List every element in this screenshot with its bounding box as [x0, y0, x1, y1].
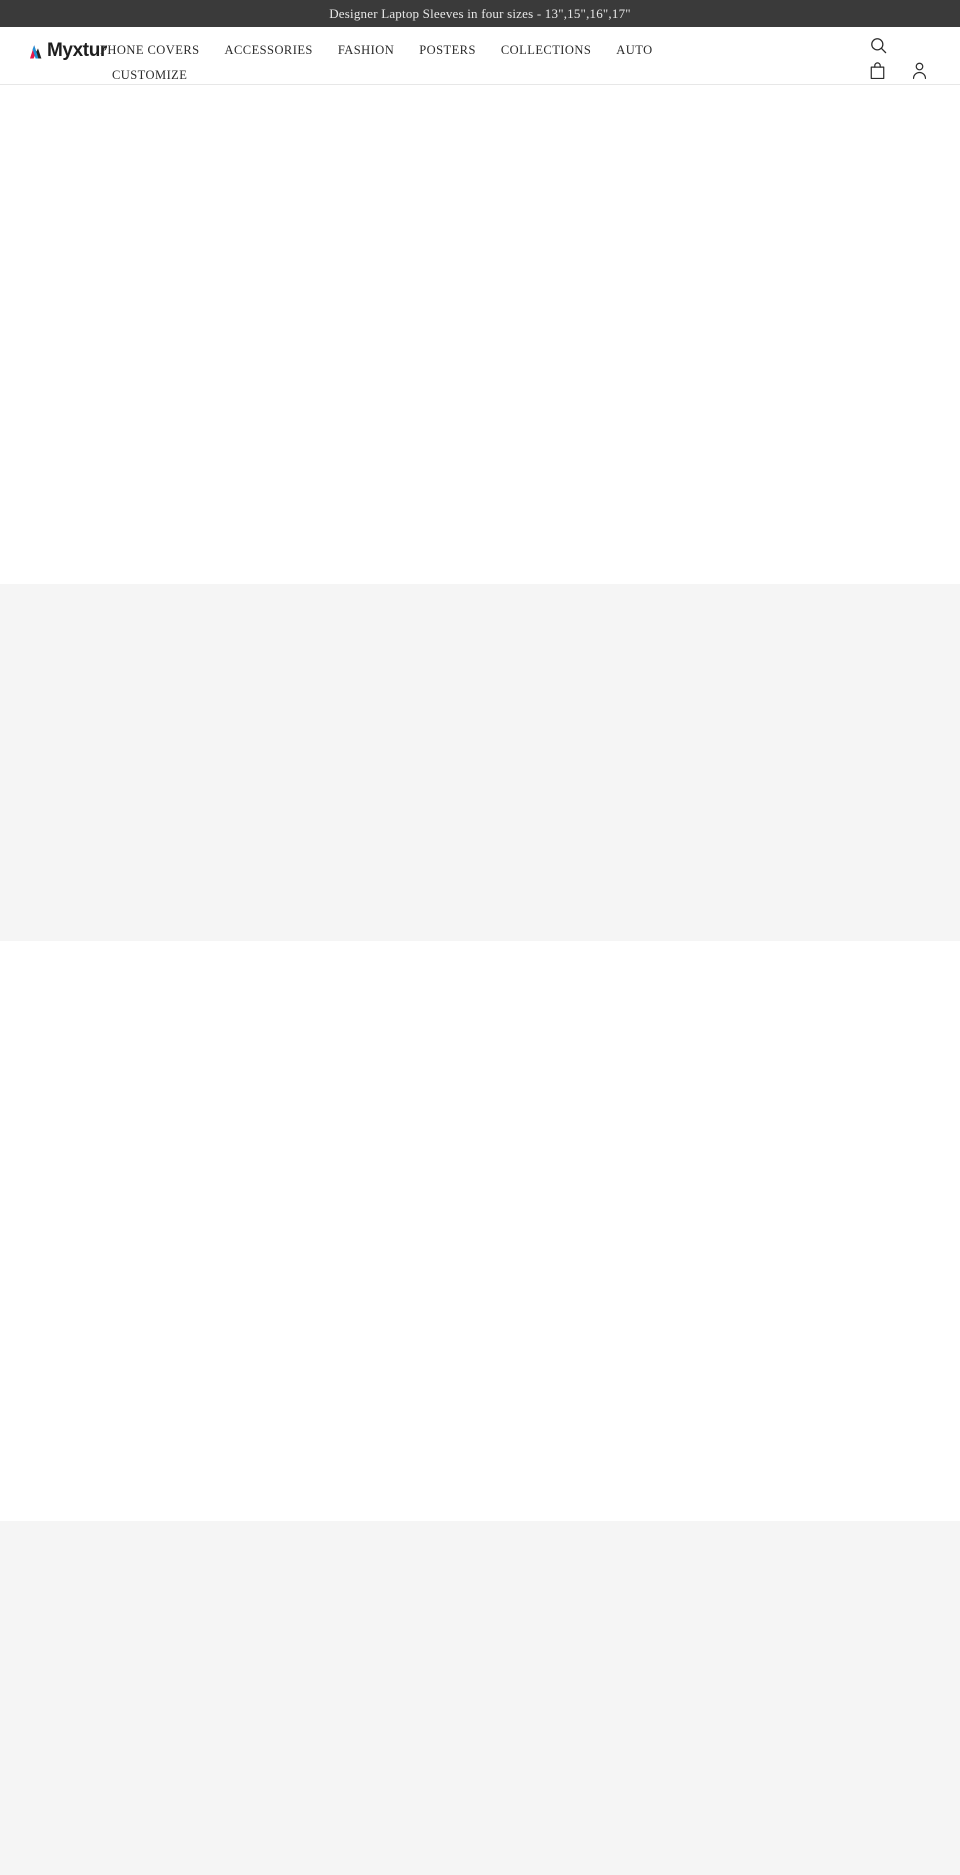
- myxtur-m-logomark-icon: [30, 43, 47, 59]
- header-actions: [850, 35, 930, 81]
- cart-button[interactable]: [868, 60, 886, 80]
- nav-link-phone-covers[interactable]: PHONE COVERS: [100, 38, 213, 63]
- nav-link-posters[interactable]: POSTERS: [407, 38, 489, 63]
- nav-item-auto[interactable]: AUTO: [604, 38, 665, 63]
- account-button[interactable]: [910, 60, 928, 80]
- logo-wordmark: Myxtur: [47, 40, 107, 61]
- featured-section: [0, 584, 960, 941]
- header-inner: Myxtur PHONE COVERS ACCESSORIES FASHION …: [0, 27, 960, 107]
- nav-item-fashion[interactable]: FASHION: [326, 38, 407, 63]
- nav-item-posters[interactable]: POSTERS: [407, 38, 489, 63]
- page-main: [0, 85, 960, 1875]
- announcement-text: Designer Laptop Sleeves in four sizes - …: [329, 5, 631, 21]
- nav-link-auto[interactable]: AUTO: [604, 38, 665, 63]
- nav-link-accessories[interactable]: ACCESSORIES: [213, 38, 326, 63]
- nav-item-collections[interactable]: COLLECTIONS: [489, 38, 604, 63]
- nav-item-phone-covers[interactable]: PHONE COVERS: [100, 38, 213, 63]
- search-icon: [869, 36, 888, 55]
- user-icon: [911, 61, 928, 80]
- hero-section: [0, 85, 960, 584]
- announcement-bar: Designer Laptop Sleeves in four sizes - …: [0, 0, 960, 27]
- nav-link-fashion[interactable]: FASHION: [326, 38, 407, 63]
- products-section: [0, 941, 960, 1521]
- nav-item-accessories[interactable]: ACCESSORIES: [213, 38, 326, 63]
- search-button[interactable]: [868, 35, 888, 55]
- site-header: Myxtur PHONE COVERS ACCESSORIES FASHION …: [0, 27, 960, 107]
- nav-link-collections[interactable]: COLLECTIONS: [489, 38, 604, 63]
- shopping-bag-icon: [869, 61, 886, 80]
- site-logo[interactable]: Myxtur: [30, 40, 107, 61]
- collections-section: [0, 1521, 960, 1875]
